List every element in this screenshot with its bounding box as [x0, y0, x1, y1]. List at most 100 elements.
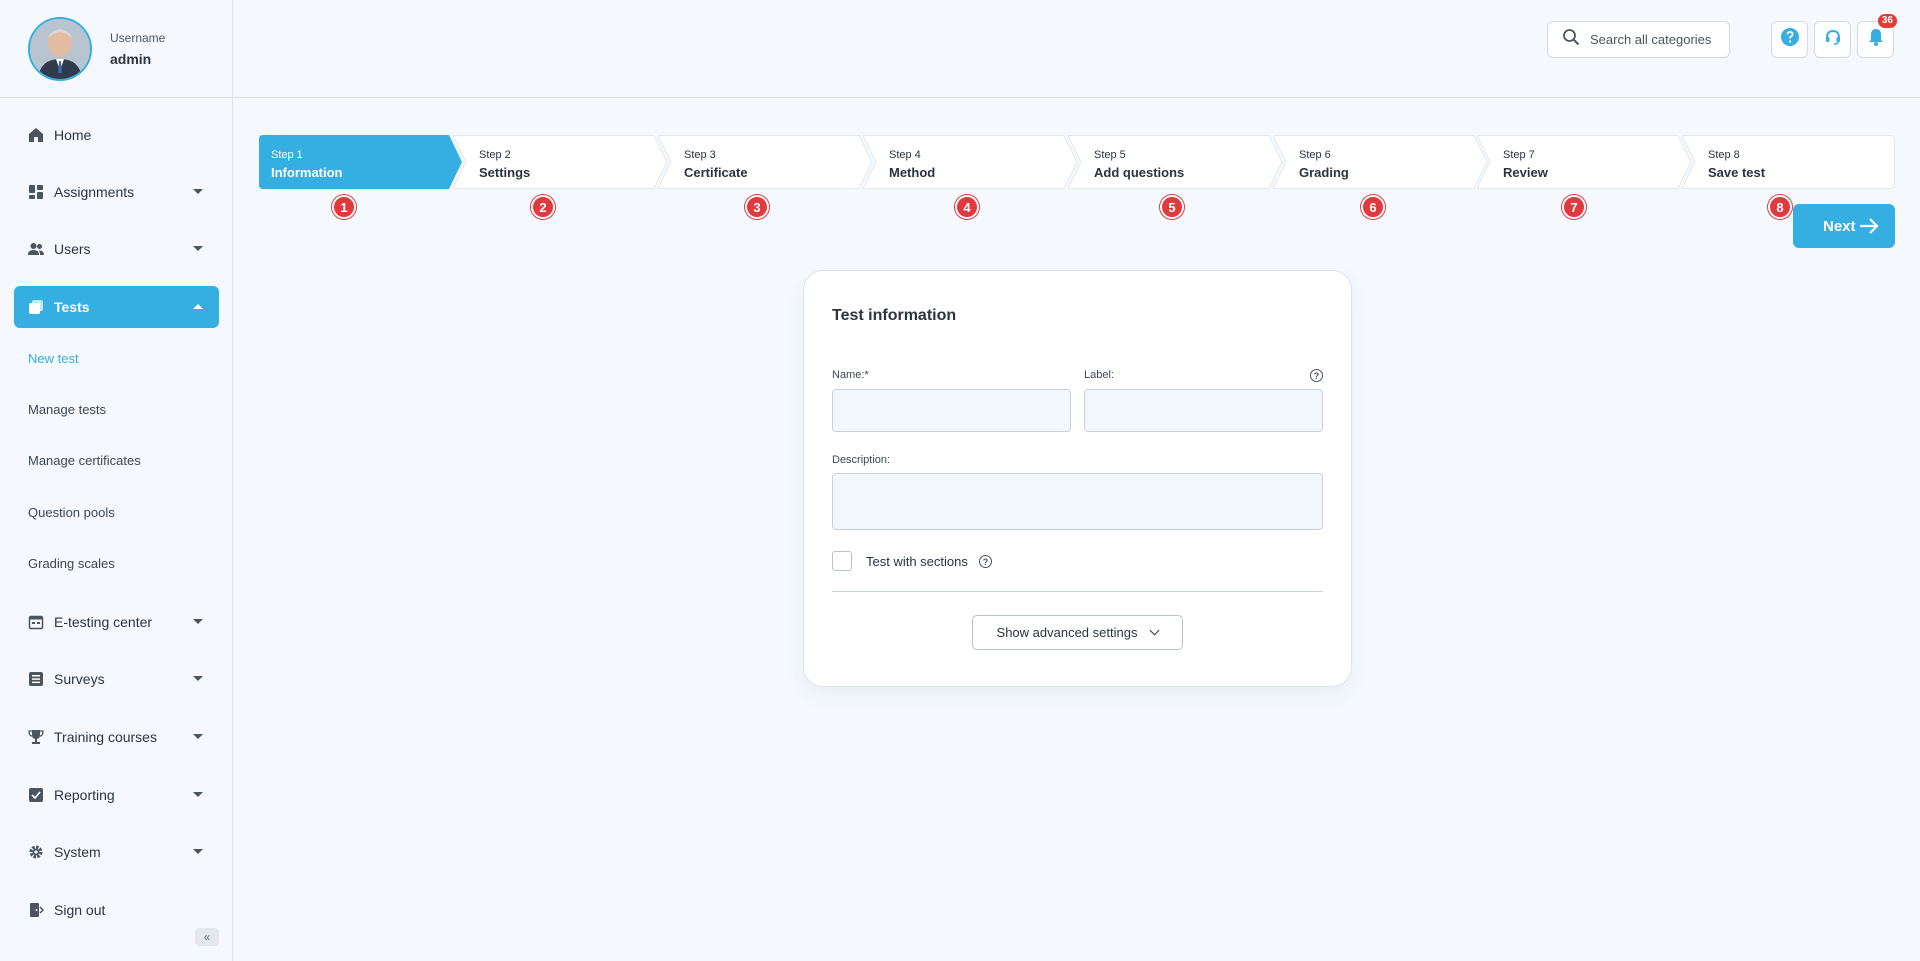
description-field[interactable] [832, 473, 1323, 530]
step-add-questions[interactable]: Step 5 Add questions [1068, 135, 1283, 189]
next-button[interactable]: Next [1793, 204, 1895, 248]
help-icon[interactable]: ? [1310, 369, 1323, 382]
step-name: Method [889, 165, 936, 180]
notifications-badge: 36 [1877, 14, 1897, 28]
step-review[interactable]: Step 7 Review [1477, 135, 1692, 189]
step-number: Step 3 [684, 149, 716, 161]
sidebar-item-label: Tests [54, 299, 90, 315]
username-value: admin [110, 50, 152, 67]
step-marker: 5 [1160, 195, 1184, 219]
headset-icon [1823, 27, 1843, 52]
sidebar-subitem-manage-certificates[interactable]: Manage certificates [28, 453, 141, 468]
wizard-stepper: Step 1 Information Step 2 Settings Step … [259, 135, 1895, 189]
step-marker: 1 [332, 195, 356, 219]
sidebar-item-e-testing-center[interactable]: E-testing center [14, 601, 219, 643]
sidebar-item-home[interactable]: Home [14, 114, 219, 156]
username-label: Username [110, 30, 166, 45]
top-header: 36 [233, 0, 1920, 98]
sections-checkbox-label: Test with sections [866, 554, 968, 569]
show-advanced-settings-button[interactable]: Show advanced settings [972, 615, 1183, 650]
chevron-up-icon [193, 304, 203, 309]
name-field[interactable] [832, 389, 1071, 432]
step-settings[interactable]: Step 2 Settings [453, 135, 668, 189]
step-number: Step 1 [271, 149, 303, 161]
step-marker: 3 [745, 195, 769, 219]
step-name: Review [1503, 165, 1548, 180]
label-field[interactable] [1084, 389, 1323, 432]
chevron-down-icon [193, 676, 203, 681]
step-name: Add questions [1094, 165, 1185, 180]
name-label: Name:* [832, 369, 869, 381]
step-name: Information [271, 165, 343, 180]
sidebar-item-label: Users [54, 241, 91, 257]
sidebar-item-label: System [54, 844, 101, 860]
trophy-icon [28, 729, 44, 745]
support-button[interactable] [1814, 21, 1851, 58]
step-name: Settings [479, 165, 531, 180]
test-information-card: Test information Name:* Label: ? Descrip… [803, 270, 1352, 687]
sidebar-subitem-grading-scales[interactable]: Grading scales [28, 556, 115, 571]
avatar[interactable] [28, 16, 92, 81]
description-label: Description: [832, 454, 891, 466]
sidebar-item-label: Assignments [54, 184, 135, 200]
search-input[interactable] [1590, 32, 1720, 47]
sidebar-item-label: Reporting [54, 787, 115, 803]
card-title: Test information [832, 307, 957, 324]
sidebar-subitem-question-pools[interactable]: Question pools [28, 505, 115, 520]
home-icon [28, 127, 44, 143]
help-button[interactable] [1771, 21, 1808, 58]
list-icon [28, 671, 44, 687]
sidebar-item-training-courses[interactable]: Training courses [14, 716, 219, 758]
step-number: Step 5 [1094, 149, 1126, 161]
sidebar-item-label: E-testing center [54, 614, 153, 630]
label-label: Label: [1084, 369, 1114, 381]
sidebar-item-label: Sign out [54, 902, 106, 918]
step-name: Grading [1299, 165, 1349, 180]
step-marker: 8 [1768, 195, 1792, 219]
tests-icon [28, 299, 44, 315]
sidebar-item-label: Training courses [54, 729, 157, 745]
search-box[interactable] [1547, 21, 1730, 58]
chevron-down-icon [1150, 625, 1160, 636]
sidebar-item-users[interactable]: Users [14, 228, 219, 270]
sidebar-item-system[interactable]: System [14, 831, 219, 873]
help-icon [1780, 27, 1800, 52]
step-information[interactable]: Step 1 Information [259, 135, 462, 189]
step-name: Save test [1708, 165, 1766, 180]
step-save-test[interactable]: Step 8 Save test [1682, 135, 1895, 189]
sidebar-item-label: Surveys [54, 671, 105, 687]
step-number: Step 4 [889, 149, 921, 161]
advanced-settings-label: Show advanced settings [996, 625, 1138, 640]
chevron-down-icon [193, 734, 203, 739]
sidebar-item-label: Home [54, 127, 92, 143]
sidebar-item-reporting[interactable]: Reporting [14, 774, 219, 816]
step-marker: 2 [531, 195, 555, 219]
sidebar-item-surveys[interactable]: Surveys [14, 658, 219, 700]
step-number: Step 2 [479, 149, 511, 161]
collapse-sidebar-button[interactable]: « [195, 928, 219, 946]
step-certificate[interactable]: Step 3 Certificate [658, 135, 873, 189]
step-marker: 6 [1361, 195, 1385, 219]
sidebar-item-sign-out[interactable]: Sign out [14, 889, 219, 931]
bell-icon [1866, 27, 1886, 52]
help-icon[interactable]: ? [979, 555, 992, 568]
divider [832, 591, 1323, 592]
notifications-button[interactable]: 36 [1857, 14, 1897, 58]
calendar-icon [28, 614, 44, 630]
step-marker: 4 [955, 195, 979, 219]
sidebar-subitem-new-test[interactable]: New test [28, 351, 79, 366]
sidebar: Username admin Home Assignments Users Te… [0, 0, 233, 961]
step-number: Step 7 [1503, 149, 1535, 161]
sidebar-subitem-manage-tests[interactable]: Manage tests [28, 402, 106, 417]
step-method[interactable]: Step 4 Method [863, 135, 1078, 189]
chevron-down-icon [193, 849, 203, 854]
sections-checkbox[interactable] [832, 551, 852, 571]
profile: Username admin [0, 0, 232, 98]
step-number: Step 6 [1299, 149, 1331, 161]
step-grading[interactable]: Step 6 Grading [1273, 135, 1488, 189]
step-name: Certificate [684, 165, 748, 180]
chevron-down-icon [193, 619, 203, 624]
sidebar-item-tests[interactable]: Tests [14, 286, 219, 328]
sidebar-item-assignments[interactable]: Assignments [14, 171, 219, 213]
step-number: Step 8 [1708, 149, 1740, 161]
